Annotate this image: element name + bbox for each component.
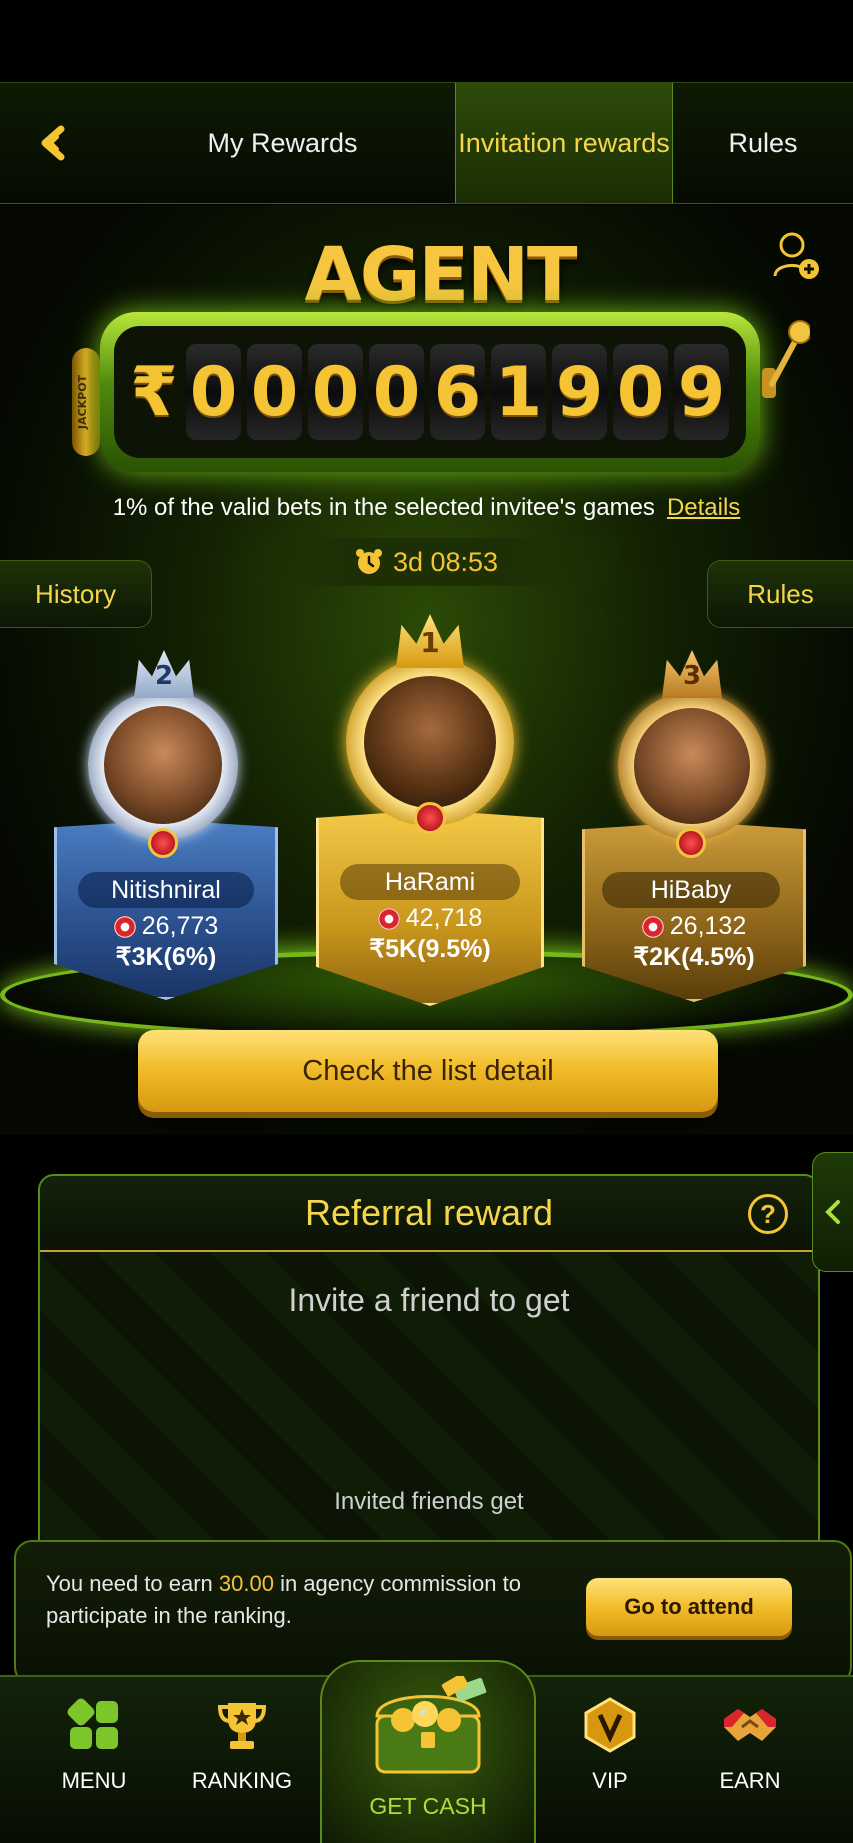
tab-rules[interactable]: Rules [673, 83, 853, 203]
score-value: 26,132 [669, 912, 747, 940]
invite-friend-text: Invite a friend to get [288, 1282, 570, 1318]
player-score: 26,773 [48, 912, 284, 941]
tab-my-rewards[interactable]: My Rewards [110, 83, 455, 203]
history-button[interactable]: History [0, 560, 152, 628]
commission-amount: 30.00 [218, 1571, 274, 1596]
jackpot-side-label: JACKPOT [72, 348, 100, 456]
slot-lever-icon [762, 320, 810, 398]
rank-card-1[interactable]: 1 HaRami 42,718 ₹5K(9.5%) [310, 614, 550, 1014]
details-link[interactable]: Details [667, 494, 740, 521]
tab-invitation-rewards[interactable]: Invitation rewards [455, 83, 673, 203]
chip-icon [113, 915, 136, 938]
avatar [634, 708, 750, 824]
nav-vip[interactable]: VIP [540, 1697, 680, 1794]
top-navigation: My Rewards Invitation rewards Rules [0, 82, 853, 204]
counter-digit: 0 [247, 344, 302, 440]
player-reward: ₹2K(4.5%) [633, 943, 755, 971]
player-score: 26,132 [578, 912, 810, 941]
jackpot-description: 1% of the valid bets in the selected inv… [0, 494, 853, 522]
nav-menu[interactable]: MENU [24, 1697, 164, 1794]
nav-get-cash[interactable]: GET CASH [320, 1660, 536, 1843]
player-name: HiBaby [602, 872, 780, 908]
jackpot-description-text: 1% of the valid bets in the selected inv… [112, 494, 655, 521]
score-value: 42,718 [405, 904, 483, 932]
rank-badge: 3 [662, 650, 722, 698]
player-name: Nitishniral [78, 872, 254, 908]
menu-grid-icon [67, 1698, 118, 1749]
counter-digit: 9 [674, 344, 729, 440]
check-list-detail-button[interactable]: Check the list detail [138, 1030, 718, 1112]
referral-reward-card: Referral reward ? Invite a friend to get… [38, 1174, 820, 1594]
referral-header: Referral reward ? [40, 1176, 818, 1252]
nav-ranking[interactable]: RANKING [172, 1697, 312, 1794]
counter-digit: 0 [308, 344, 363, 440]
counter-digit: 9 [552, 344, 607, 440]
currency-symbol: ₹ [130, 352, 178, 432]
nav-earn[interactable]: EARN [680, 1697, 820, 1794]
nav-earn-label: EARN [719, 1768, 781, 1793]
rank-card-2[interactable]: 2 Nitishniral 26,773 ₹3K(6%) [48, 650, 284, 1010]
counter-digit: 0 [613, 344, 668, 440]
counter-digit: 6 [430, 344, 485, 440]
ruby-gem-icon [414, 802, 446, 834]
player-name: HaRami [340, 864, 520, 900]
rank-badge: 1 [396, 614, 464, 668]
nav-get-cash-label: GET CASH [369, 1793, 487, 1819]
invited-friends-text: Invited friends get [334, 1488, 524, 1515]
score-value: 26,773 [141, 912, 219, 940]
avatar [104, 706, 222, 824]
player-reward: ₹5K(9.5%) [369, 935, 491, 963]
countdown-timer: 3d 08:53 [230, 538, 623, 586]
go-to-attend-button[interactable]: Go to attend [586, 1578, 792, 1636]
player-score: 42,718 [310, 904, 550, 933]
alarm-clock-icon [355, 549, 382, 574]
handshake-icon [724, 1709, 776, 1741]
back-arrow-icon [41, 125, 65, 161]
back-button[interactable] [0, 83, 110, 203]
counter-digit: 1 [491, 344, 546, 440]
referral-title: Referral reward [304, 1192, 554, 1233]
avatar [364, 676, 496, 808]
trophy-icon [217, 1703, 267, 1749]
rules-button[interactable]: Rules [707, 560, 853, 628]
side-panel-toggle[interactable] [812, 1152, 853, 1272]
svg-text:JACKPOT: JACKPOT [76, 374, 89, 430]
nav-ranking-label: RANKING [191, 1768, 293, 1793]
nav-vip-label: VIP [592, 1768, 628, 1793]
player-reward: ₹3K(6%) [115, 943, 217, 971]
help-icon[interactable]: ? [748, 1194, 788, 1234]
rank-badge: 2 [134, 650, 194, 698]
ruby-gem-icon [148, 828, 178, 858]
treasure-chest-icon [375, 1673, 487, 1774]
rank-card-3[interactable]: 3 HiBaby 26,132 ₹2K(4.5%) [578, 650, 810, 1010]
add-friend-icon[interactable] [772, 230, 822, 282]
status-bar [0, 0, 853, 80]
chevron-left-icon [825, 1200, 840, 1224]
commission-text: You need to earn 30.00 in agency commiss… [46, 1571, 521, 1628]
jackpot-counter: ₹ 0 0 0 0 6 1 9 0 9 [100, 312, 760, 472]
nav-menu-label: MENU [61, 1768, 127, 1793]
ruby-gem-icon [676, 828, 706, 858]
vip-badge-icon [584, 1697, 636, 1753]
counter-digit: 0 [186, 344, 241, 440]
chip-icon [377, 907, 400, 930]
timer-value: 3d 08:53 [392, 546, 499, 577]
counter-digit: 0 [369, 344, 424, 440]
chip-icon [641, 915, 664, 938]
